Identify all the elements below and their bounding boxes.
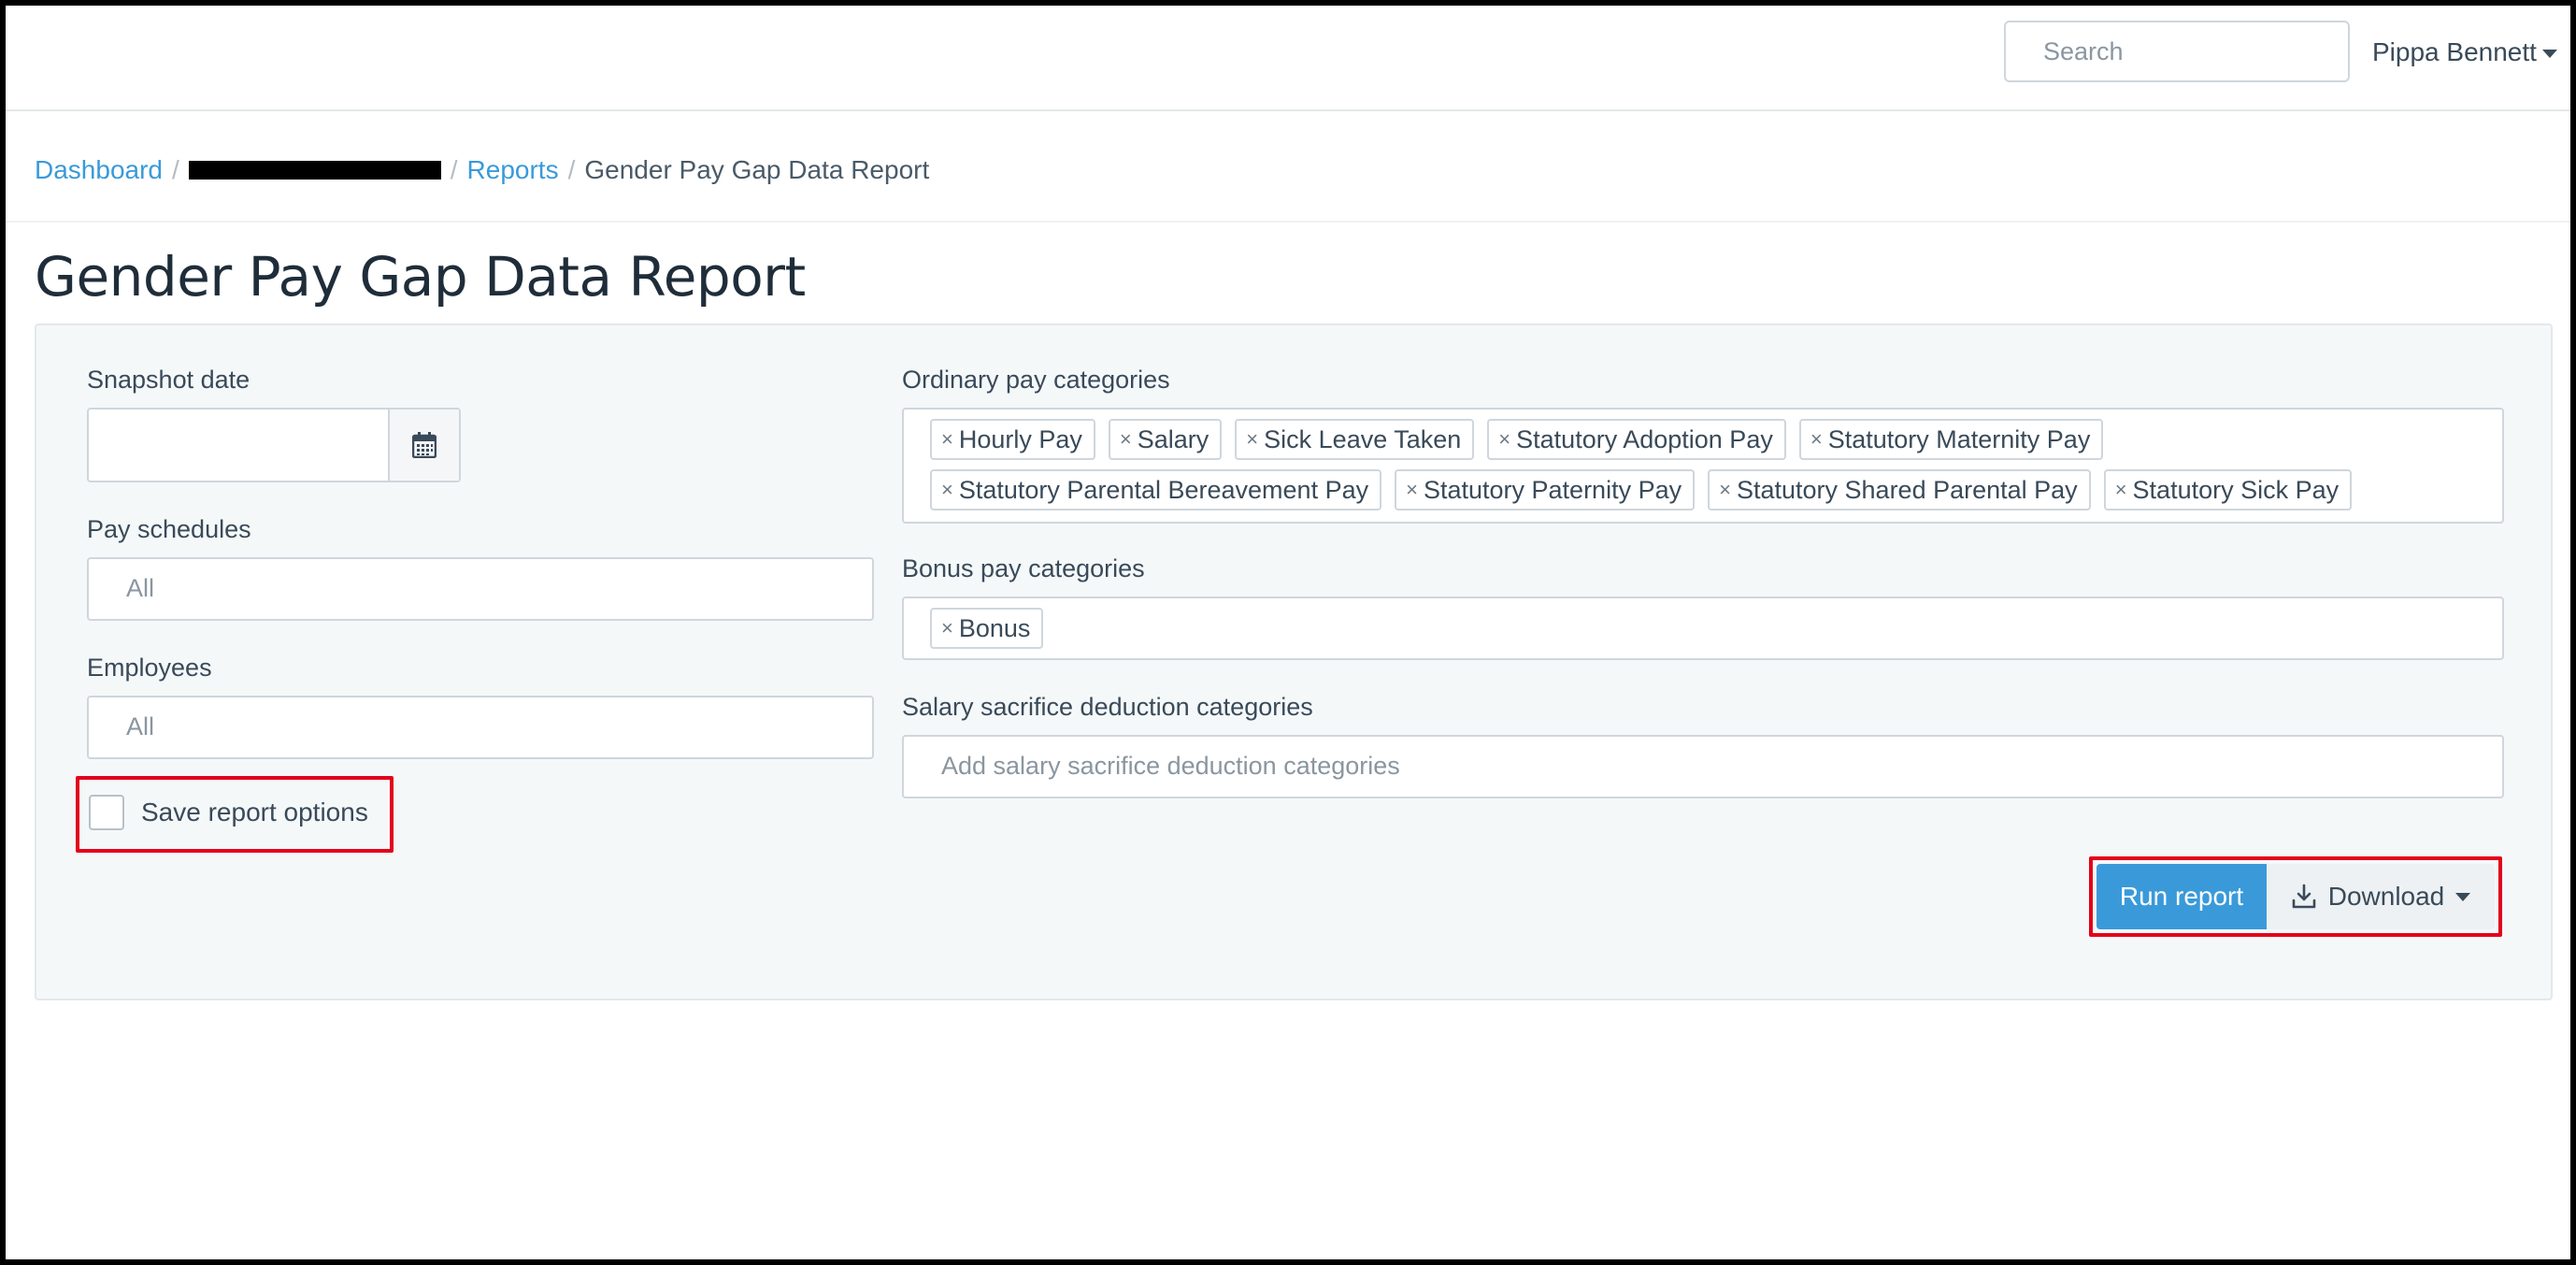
snapshot-date-field (87, 408, 461, 482)
page-title: Gender Pay Gap Data Report (35, 245, 806, 309)
tag-row: × Hourly Pay × Salary × Sick Leave Taken × Stat… (930, 419, 2502, 460)
calendar-button[interactable] (388, 410, 459, 481)
close-icon[interactable]: × (1120, 427, 1132, 452)
category-tag: × Statutory Adoption Pay (1487, 419, 1786, 460)
bonus-pay-categories-label: Bonus pay categories (902, 554, 1145, 582)
category-tag-label: Sick Leave Taken (1264, 424, 1462, 453)
category-tag: × Statutory Maternity Pay (1798, 419, 2104, 460)
download-label: Download (2327, 882, 2445, 911)
close-icon[interactable]: × (2115, 478, 2127, 502)
download-button[interactable]: Download (2267, 864, 2495, 929)
employees-label: Employees (87, 654, 212, 682)
breadcrumb-redacted-item[interactable] (188, 161, 441, 180)
calendar-icon (412, 432, 436, 458)
category-tag: × Statutory Paternity Pay (1395, 469, 1696, 510)
pay-schedules-label: Pay schedules (87, 515, 251, 543)
search-input[interactable]: Search (2004, 21, 2350, 82)
pay-schedules-select[interactable]: All (87, 557, 874, 621)
user-name: Pippa Bennett (2372, 37, 2537, 66)
category-tag-label: Salary (1137, 424, 1209, 453)
breadcrumb-separator: / (171, 155, 179, 184)
breadcrumb-separator: / (450, 155, 458, 184)
employees-select[interactable]: All (87, 696, 874, 759)
salary-sacrifice-label: Salary sacrifice deduction categories (902, 693, 1313, 721)
close-icon[interactable]: × (1719, 478, 1731, 502)
category-tag-label: Bonus (958, 613, 1031, 642)
breadcrumb: Dashboard / / Reports / Gender Pay Gap D… (35, 151, 929, 189)
run-report-button[interactable]: Run report (2097, 864, 2267, 929)
download-icon (2292, 884, 2316, 909)
tag-row: × Statutory Parental Bereavement Pay × Stat… (930, 469, 2502, 510)
top-bar: Search Pippa Bennett (6, 6, 2570, 111)
category-tag-label: Statutory Sick Pay (2132, 475, 2340, 504)
category-tag: × Statutory Sick Pay (2103, 469, 2353, 510)
category-tag-label: Statutory Parental Bereavement Pay (958, 475, 1369, 504)
snapshot-date-label: Snapshot date (87, 366, 250, 394)
close-icon[interactable]: × (1810, 427, 1823, 452)
chevron-down-icon (2455, 892, 2471, 901)
bonus-pay-categories-select[interactable]: × Bonus (902, 597, 2504, 660)
save-report-options-highlight: Save report options (76, 776, 394, 853)
category-tag-label: Statutory Maternity Pay (1827, 424, 2091, 453)
salary-sacrifice-select[interactable]: Add salary sacrifice deduction categorie… (902, 735, 2504, 798)
save-report-options-checkbox[interactable] (89, 795, 124, 830)
category-tag: × Hourly Pay (930, 419, 1095, 460)
category-tag-label: Hourly Pay (958, 424, 1082, 453)
close-icon[interactable]: × (1246, 427, 1258, 452)
snapshot-date-input[interactable] (89, 410, 388, 481)
breadcrumb-reports-link[interactable]: Reports (467, 151, 559, 189)
save-report-options-label[interactable]: Save report options (141, 795, 368, 830)
close-icon[interactable]: × (941, 616, 953, 640)
close-icon[interactable]: × (941, 478, 953, 502)
close-icon[interactable]: × (1498, 427, 1510, 452)
user-menu[interactable]: Pippa Bennett (2372, 34, 2557, 71)
report-options-panel: Snapshot date Pay schedules All Employee… (35, 323, 2553, 1000)
category-tag: × Salary (1108, 419, 1223, 460)
app-window: Search Pippa Bennett Dashboard / / Repor… (6, 6, 2570, 1259)
category-tag-label: Statutory Adoption Pay (1516, 424, 1773, 453)
category-tag: × Statutory Shared Parental Pay (1708, 469, 2091, 510)
chevron-down-icon (2541, 50, 2557, 59)
ordinary-pay-categories-select[interactable]: × Hourly Pay × Salary × Sick Leave Taken × Stat… (902, 408, 2504, 524)
category-tag-label: Statutory Shared Parental Pay (1736, 475, 2078, 504)
report-actions-highlight: Run report Download (2089, 856, 2502, 937)
breadcrumb-current: Gender Pay Gap Data Report (584, 155, 930, 184)
category-tag-label: Statutory Paternity Pay (1423, 475, 1682, 504)
ordinary-pay-categories-label: Ordinary pay categories (902, 366, 1170, 394)
divider (6, 221, 2570, 223)
close-icon[interactable]: × (941, 427, 953, 452)
category-tag: × Statutory Parental Bereavement Pay (930, 469, 1382, 510)
breadcrumb-separator: / (567, 155, 576, 184)
category-tag: × Sick Leave Taken (1235, 419, 1475, 460)
category-tag: × Bonus (930, 608, 1044, 649)
close-icon[interactable]: × (1406, 478, 1418, 502)
tag-row: × Bonus (930, 608, 2502, 649)
breadcrumb-dashboard-link[interactable]: Dashboard (35, 151, 163, 189)
